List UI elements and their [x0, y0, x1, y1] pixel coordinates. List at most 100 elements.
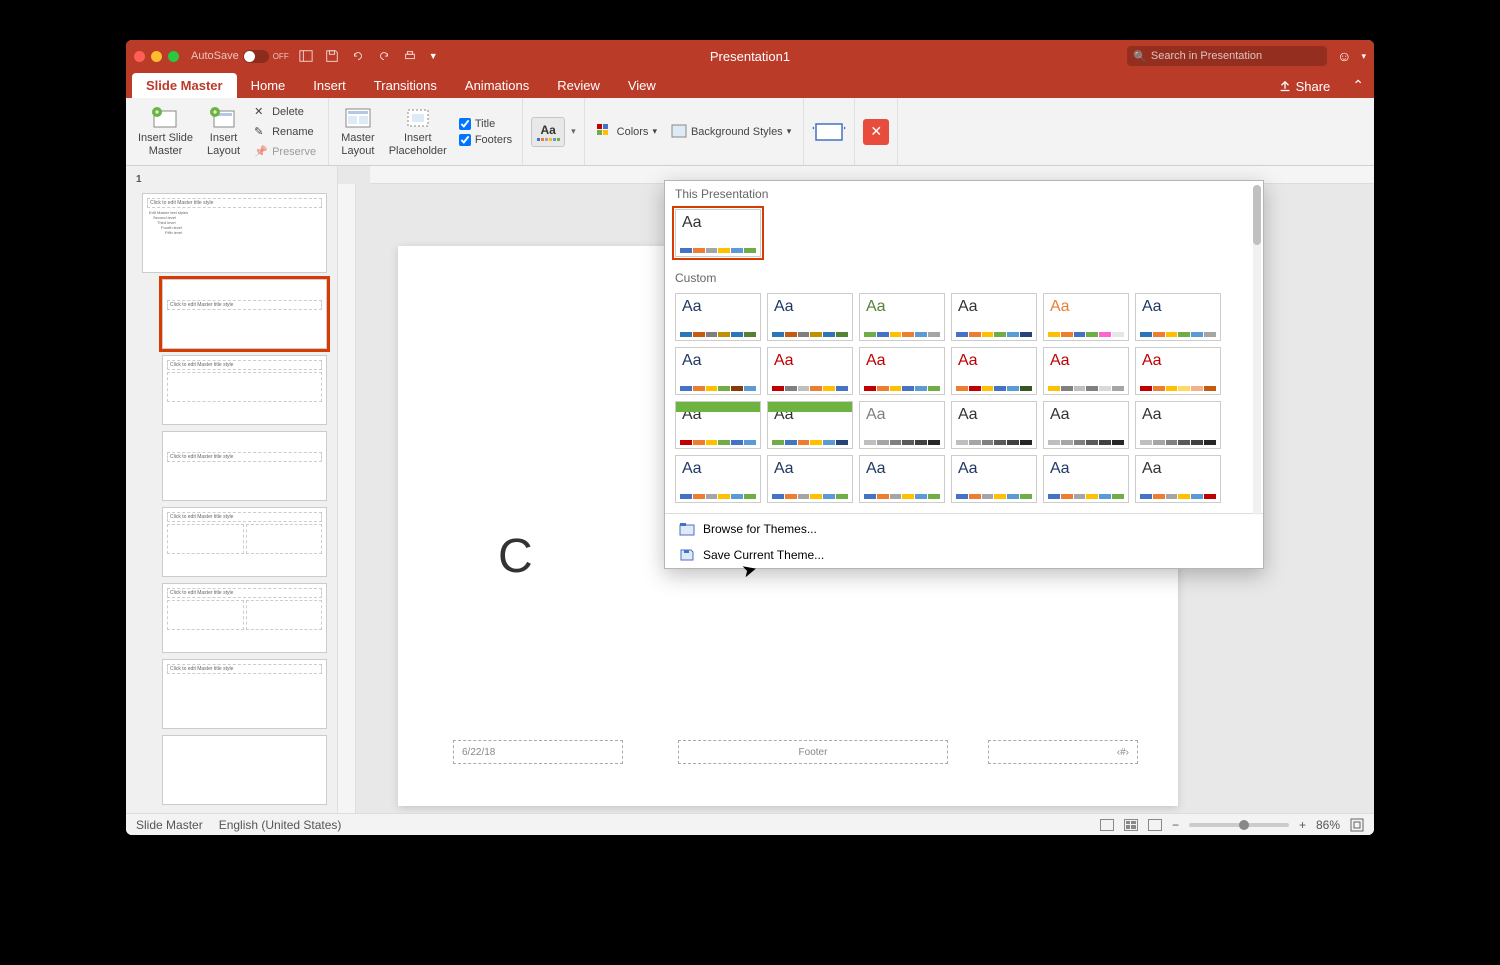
theme-tile[interactable]: Aa: [1043, 293, 1129, 341]
qat-dropdown-icon[interactable]: ▼: [429, 51, 438, 61]
print-icon[interactable]: [403, 49, 417, 63]
zoom-level[interactable]: 86%: [1316, 818, 1340, 832]
ribbon-tabs: Slide Master Home Insert Transitions Ani…: [126, 72, 1374, 98]
colors-button[interactable]: Colors▾: [593, 122, 661, 142]
layout-thumbnail[interactable]: Click to edit Master title style: [162, 279, 327, 349]
layout-thumbnail[interactable]: Click to edit Master title style: [162, 507, 327, 577]
slide-number: 1: [132, 172, 331, 187]
slide-thumbnails-panel[interactable]: 1 Click to edit Master title style Edit …: [126, 166, 338, 813]
theme-tile[interactable]: Aa: [767, 401, 853, 449]
normal-view-icon[interactable]: [1100, 819, 1114, 831]
tab-transitions[interactable]: Transitions: [360, 73, 451, 98]
insert-placeholder-button[interactable]: Insert Placeholder: [385, 104, 451, 158]
section-this-presentation: This Presentation: [665, 181, 1263, 205]
disk-icon: [679, 548, 695, 562]
theme-tile[interactable]: Aa: [1135, 293, 1221, 341]
feedback-icon[interactable]: ☺: [1337, 48, 1351, 64]
themes-dropdown-icon[interactable]: ▾: [571, 126, 576, 137]
colors-icon: [597, 124, 613, 140]
background-styles-button[interactable]: Background Styles▾: [667, 122, 795, 142]
theme-tile[interactable]: Aa: [951, 347, 1037, 395]
footers-checkbox[interactable]: Footers: [457, 133, 514, 147]
tab-review[interactable]: Review: [543, 73, 614, 98]
master-layout-button[interactable]: Master Layout: [337, 104, 379, 158]
document-title: Presentation1: [710, 49, 790, 64]
insert-placeholder-label: Insert Placeholder: [389, 132, 447, 156]
theme-tile[interactable]: Aa: [1135, 455, 1221, 503]
zoom-slider[interactable]: [1189, 823, 1289, 827]
autosave-toggle[interactable]: AutoSave OFF: [191, 50, 289, 63]
undo-icon[interactable]: [351, 49, 365, 63]
reading-view-icon[interactable]: [1148, 819, 1162, 831]
share-button[interactable]: Share: [1266, 75, 1343, 98]
layout-thumbnail[interactable]: Click to edit Master title style: [162, 659, 327, 729]
insert-layout-button[interactable]: Insert Layout: [203, 104, 244, 158]
theme-tile[interactable]: Aa: [859, 347, 945, 395]
collapse-ribbon-icon[interactable]: ⌃: [1342, 73, 1374, 98]
date-placeholder[interactable]: 6/22/18: [453, 740, 623, 764]
view-icon[interactable]: [299, 49, 313, 63]
rename-button[interactable]: ✎Rename: [250, 123, 320, 141]
zoom-in-icon[interactable]: +: [1299, 818, 1306, 832]
theme-tile[interactable]: Aa: [675, 293, 761, 341]
themes-gallery-button[interactable]: Aa: [531, 117, 565, 147]
browse-themes-menuitem[interactable]: Browse for Themes...: [665, 516, 1263, 542]
window-controls: [134, 51, 179, 62]
theme-tile[interactable]: Aa: [1043, 347, 1129, 395]
title-placeholder[interactable]: C: [498, 526, 548, 586]
tab-view[interactable]: View: [614, 73, 670, 98]
title-checkbox[interactable]: Title: [457, 117, 514, 131]
theme-tile[interactable]: Aa: [951, 401, 1037, 449]
slide-size-button[interactable]: [812, 119, 846, 145]
vertical-ruler: [338, 184, 356, 813]
theme-tile[interactable]: Aa: [675, 209, 761, 257]
popup-scrollbar[interactable]: [1253, 185, 1261, 515]
feedback-dropdown-icon[interactable]: ▾: [1361, 51, 1366, 62]
ribbon: Insert Slide Master Insert Layout ✕Delet…: [126, 98, 1374, 166]
layout-thumbnail[interactable]: [162, 735, 327, 805]
tab-slide-master[interactable]: Slide Master: [132, 73, 237, 98]
language-label[interactable]: English (United States): [219, 818, 342, 832]
tab-home[interactable]: Home: [237, 73, 300, 98]
theme-tile[interactable]: Aa: [675, 455, 761, 503]
layout-thumbnail[interactable]: Click to edit Master title style: [162, 355, 327, 425]
master-thumbnail[interactable]: Click to edit Master title style Edit Ma…: [142, 193, 327, 273]
page-number-placeholder[interactable]: ‹#›: [988, 740, 1138, 764]
close-window[interactable]: [134, 51, 145, 62]
theme-tile[interactable]: Aa: [675, 347, 761, 395]
theme-tile[interactable]: Aa: [767, 455, 853, 503]
preserve-button[interactable]: 📌Preserve: [250, 143, 320, 161]
fit-to-window-icon[interactable]: [1350, 818, 1364, 832]
theme-tile[interactable]: Aa: [675, 401, 761, 449]
theme-tile[interactable]: Aa: [859, 455, 945, 503]
zoom-window[interactable]: [168, 51, 179, 62]
bg-styles-icon: [671, 124, 687, 140]
theme-tile[interactable]: Aa: [1135, 401, 1221, 449]
delete-button[interactable]: ✕Delete: [250, 103, 320, 121]
search-input[interactable]: 🔍 Search in Presentation: [1127, 46, 1327, 66]
theme-tile[interactable]: Aa: [767, 293, 853, 341]
theme-tile[interactable]: Aa: [1043, 401, 1129, 449]
theme-tile[interactable]: Aa: [951, 293, 1037, 341]
sorter-view-icon[interactable]: [1124, 819, 1138, 831]
theme-tile[interactable]: Aa: [1043, 455, 1129, 503]
theme-tile[interactable]: Aa: [767, 347, 853, 395]
autosave-switch[interactable]: [243, 50, 269, 63]
insert-slide-master-button[interactable]: Insert Slide Master: [134, 104, 197, 158]
footer-placeholder[interactable]: Footer: [678, 740, 948, 764]
insert-layout-label: Insert Layout: [207, 132, 240, 156]
theme-tile[interactable]: Aa: [1135, 347, 1221, 395]
tab-animations[interactable]: Animations: [451, 73, 543, 98]
minimize-window[interactable]: [151, 51, 162, 62]
theme-tile[interactable]: Aa: [951, 455, 1037, 503]
layout-thumbnail[interactable]: Click to edit Master title style: [162, 431, 327, 501]
titlebar: AutoSave OFF ▼ Presentation1 🔍 Search in…: [126, 40, 1374, 72]
zoom-out-icon[interactable]: −: [1172, 818, 1179, 832]
tab-insert[interactable]: Insert: [299, 73, 360, 98]
save-icon[interactable]: [325, 49, 339, 63]
redo-icon[interactable]: [377, 49, 391, 63]
close-master-button[interactable]: ✕: [863, 119, 889, 145]
layout-thumbnail[interactable]: Click to edit Master title style: [162, 583, 327, 653]
theme-tile[interactable]: Aa: [859, 293, 945, 341]
theme-tile[interactable]: Aa: [859, 401, 945, 449]
